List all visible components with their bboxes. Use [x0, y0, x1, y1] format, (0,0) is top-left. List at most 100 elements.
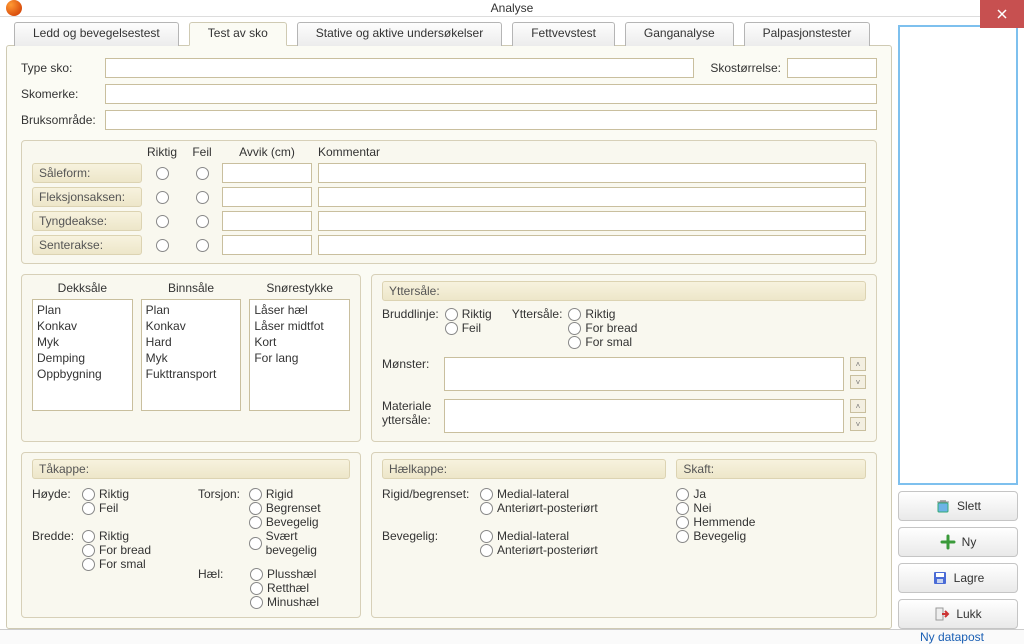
- ny-button[interactable]: Ny: [898, 527, 1018, 557]
- torsjon-svaert-radio[interactable]: Svært bevegelig: [249, 529, 350, 557]
- monster-spin-up[interactable]: ˄: [850, 357, 866, 371]
- yttersale-riktig-radio[interactable]: Riktig: [568, 307, 637, 321]
- skaft-title: Skaft:: [676, 459, 866, 479]
- hael-minus-radio[interactable]: Minushæl: [250, 595, 319, 609]
- bredde-label: Bredde:: [32, 529, 76, 571]
- list-item[interactable]: Hard: [146, 334, 237, 350]
- monster-input[interactable]: [444, 357, 844, 391]
- saleform-feil-radio[interactable]: [196, 167, 209, 180]
- monster-spin-down[interactable]: ˅: [850, 375, 866, 389]
- list-item[interactable]: Demping: [37, 350, 128, 366]
- list-item[interactable]: Oppbygning: [37, 366, 128, 382]
- fleksjon-kommentar-input[interactable]: [318, 187, 866, 207]
- rigid-medial-radio[interactable]: Medial-lateral: [480, 487, 598, 501]
- bredde-riktig-radio[interactable]: Riktig: [82, 529, 151, 543]
- binnsale-listbox[interactable]: Plan Konkav Hard Myk Fukttransport: [141, 299, 242, 411]
- dekksale-label: Dekksåle: [32, 281, 133, 295]
- saleform-riktig-radio[interactable]: [156, 167, 169, 180]
- skaft-ja-radio[interactable]: Ja: [676, 487, 866, 501]
- bruddlinje-riktig-radio[interactable]: Riktig: [445, 307, 492, 321]
- list-item[interactable]: Myk: [146, 350, 237, 366]
- close-icon: [997, 9, 1007, 19]
- bevegelig-label: Bevegelig:: [382, 529, 474, 557]
- hael-rett-radio[interactable]: Retthæl: [250, 581, 319, 595]
- hoyde-feil-radio[interactable]: Feil: [82, 501, 129, 515]
- bruddlinje-feil-radio[interactable]: Feil: [445, 321, 492, 335]
- torsjon-begrenset-radio[interactable]: Begrenset: [249, 501, 350, 515]
- fleksjon-riktig-radio[interactable]: [156, 191, 169, 204]
- app-icon: [6, 0, 22, 16]
- saleform-avvik-input[interactable]: [222, 163, 312, 183]
- skaft-bevegelig-radio[interactable]: Bevegelig: [676, 529, 866, 543]
- saleform-kommentar-input[interactable]: [318, 163, 866, 183]
- yttersale-col-label: Yttersåle:: [512, 307, 563, 349]
- test-grid: Riktig Feil Avvik (cm) Kommentar Sålefor…: [21, 140, 877, 264]
- type-sko-label: Type sko:: [21, 61, 99, 75]
- skaft-nei-radio[interactable]: Nei: [676, 501, 866, 515]
- tyngdeakse-avvik-input[interactable]: [222, 211, 312, 231]
- skostorrelse-input[interactable]: [787, 58, 877, 78]
- dekksale-listbox[interactable]: Plan Konkav Myk Demping Oppbygning: [32, 299, 133, 411]
- list-item[interactable]: Låser midtfot: [254, 318, 345, 334]
- tab-fettvevstest[interactable]: Fettvevstest: [512, 22, 615, 46]
- tyngdeakse-kommentar-input[interactable]: [318, 211, 866, 231]
- list-item[interactable]: Myk: [37, 334, 128, 350]
- bevegelig-medial-radio[interactable]: Medial-lateral: [480, 529, 598, 543]
- senterakse-feil-radio[interactable]: [196, 239, 209, 252]
- col-riktig: Riktig: [142, 145, 182, 159]
- list-item[interactable]: Kort: [254, 334, 345, 350]
- list-item[interactable]: Konkav: [37, 318, 128, 334]
- list-item[interactable]: For lang: [254, 350, 345, 366]
- window-close-button[interactable]: [980, 0, 1024, 28]
- list-item[interactable]: Fukttransport: [146, 366, 237, 382]
- torsjon-bevegelig-radio[interactable]: Bevegelig: [249, 515, 350, 529]
- skomerke-input[interactable]: [105, 84, 877, 104]
- row-saleform-label: Såleform:: [32, 163, 142, 183]
- tab-ganganalyse[interactable]: Ganganalyse: [625, 22, 734, 46]
- lagre-button[interactable]: Lagre: [898, 563, 1018, 593]
- bruksomrade-input[interactable]: [105, 110, 877, 130]
- binnsale-label: Binnsåle: [141, 281, 242, 295]
- list-item[interactable]: Plan: [146, 302, 237, 318]
- takappe-title: Tåkappe:: [32, 459, 350, 479]
- senterakse-riktig-radio[interactable]: [156, 239, 169, 252]
- list-item[interactable]: Plan: [37, 302, 128, 318]
- col-feil: Feil: [182, 145, 222, 159]
- torsjon-rigid-radio[interactable]: Rigid: [249, 487, 350, 501]
- hoyde-label: Høyde:: [32, 487, 76, 515]
- list-item[interactable]: Konkav: [146, 318, 237, 334]
- type-sko-input[interactable]: [105, 58, 694, 78]
- torsjon-label: Torsjon:: [198, 487, 243, 557]
- snorestykke-listbox[interactable]: Låser hæl Låser midtfot Kort For lang: [249, 299, 350, 411]
- skomerke-label: Skomerke:: [21, 87, 99, 101]
- hael-pluss-radio[interactable]: Plusshæl: [250, 567, 319, 581]
- bredde-forbread-radio[interactable]: For bread: [82, 543, 151, 557]
- trash-icon: [935, 498, 951, 514]
- rigid-anteriort-radio[interactable]: Anteriørt-posteriørt: [480, 501, 598, 515]
- tyngdeakse-feil-radio[interactable]: [196, 215, 209, 228]
- fleksjon-avvik-input[interactable]: [222, 187, 312, 207]
- slett-button[interactable]: Slett: [898, 491, 1018, 521]
- tab-test-av-sko[interactable]: Test av sko: [189, 22, 287, 46]
- tyngdeakse-riktig-radio[interactable]: [156, 215, 169, 228]
- fleksjon-feil-radio[interactable]: [196, 191, 209, 204]
- lukk-button[interactable]: Lukk: [898, 599, 1018, 629]
- tab-panel: Type sko: Skostørrelse: Skomerke: Brukso…: [6, 45, 892, 629]
- tab-ledd[interactable]: Ledd og bevegelsestest: [14, 22, 179, 46]
- hoyde-riktig-radio[interactable]: Riktig: [82, 487, 129, 501]
- yttersale-forbread-radio[interactable]: For bread: [568, 321, 637, 335]
- list-item[interactable]: Låser hæl: [254, 302, 345, 318]
- senterakse-avvik-input[interactable]: [222, 235, 312, 255]
- tab-stative[interactable]: Stative og aktive undersøkelser: [297, 22, 502, 46]
- materiale-input[interactable]: [444, 399, 844, 433]
- save-icon: [932, 570, 948, 586]
- materiale-spin-up[interactable]: ˄: [850, 399, 866, 413]
- skaft-hemmende-radio[interactable]: Hemmende: [676, 515, 866, 529]
- bevegelig-anteriort-radio[interactable]: Anteriørt-posteriørt: [480, 543, 598, 557]
- senterakse-kommentar-input[interactable]: [318, 235, 866, 255]
- materiale-spin-down[interactable]: ˅: [850, 417, 866, 431]
- yttersale-forsmal-radio[interactable]: For smal: [568, 335, 637, 349]
- takappe-group: Tåkappe: Høyde: Riktig Feil: [21, 452, 361, 618]
- tab-palpasjonstester[interactable]: Palpasjonstester: [744, 22, 871, 46]
- bredde-forsmal-radio[interactable]: For smal: [82, 557, 151, 571]
